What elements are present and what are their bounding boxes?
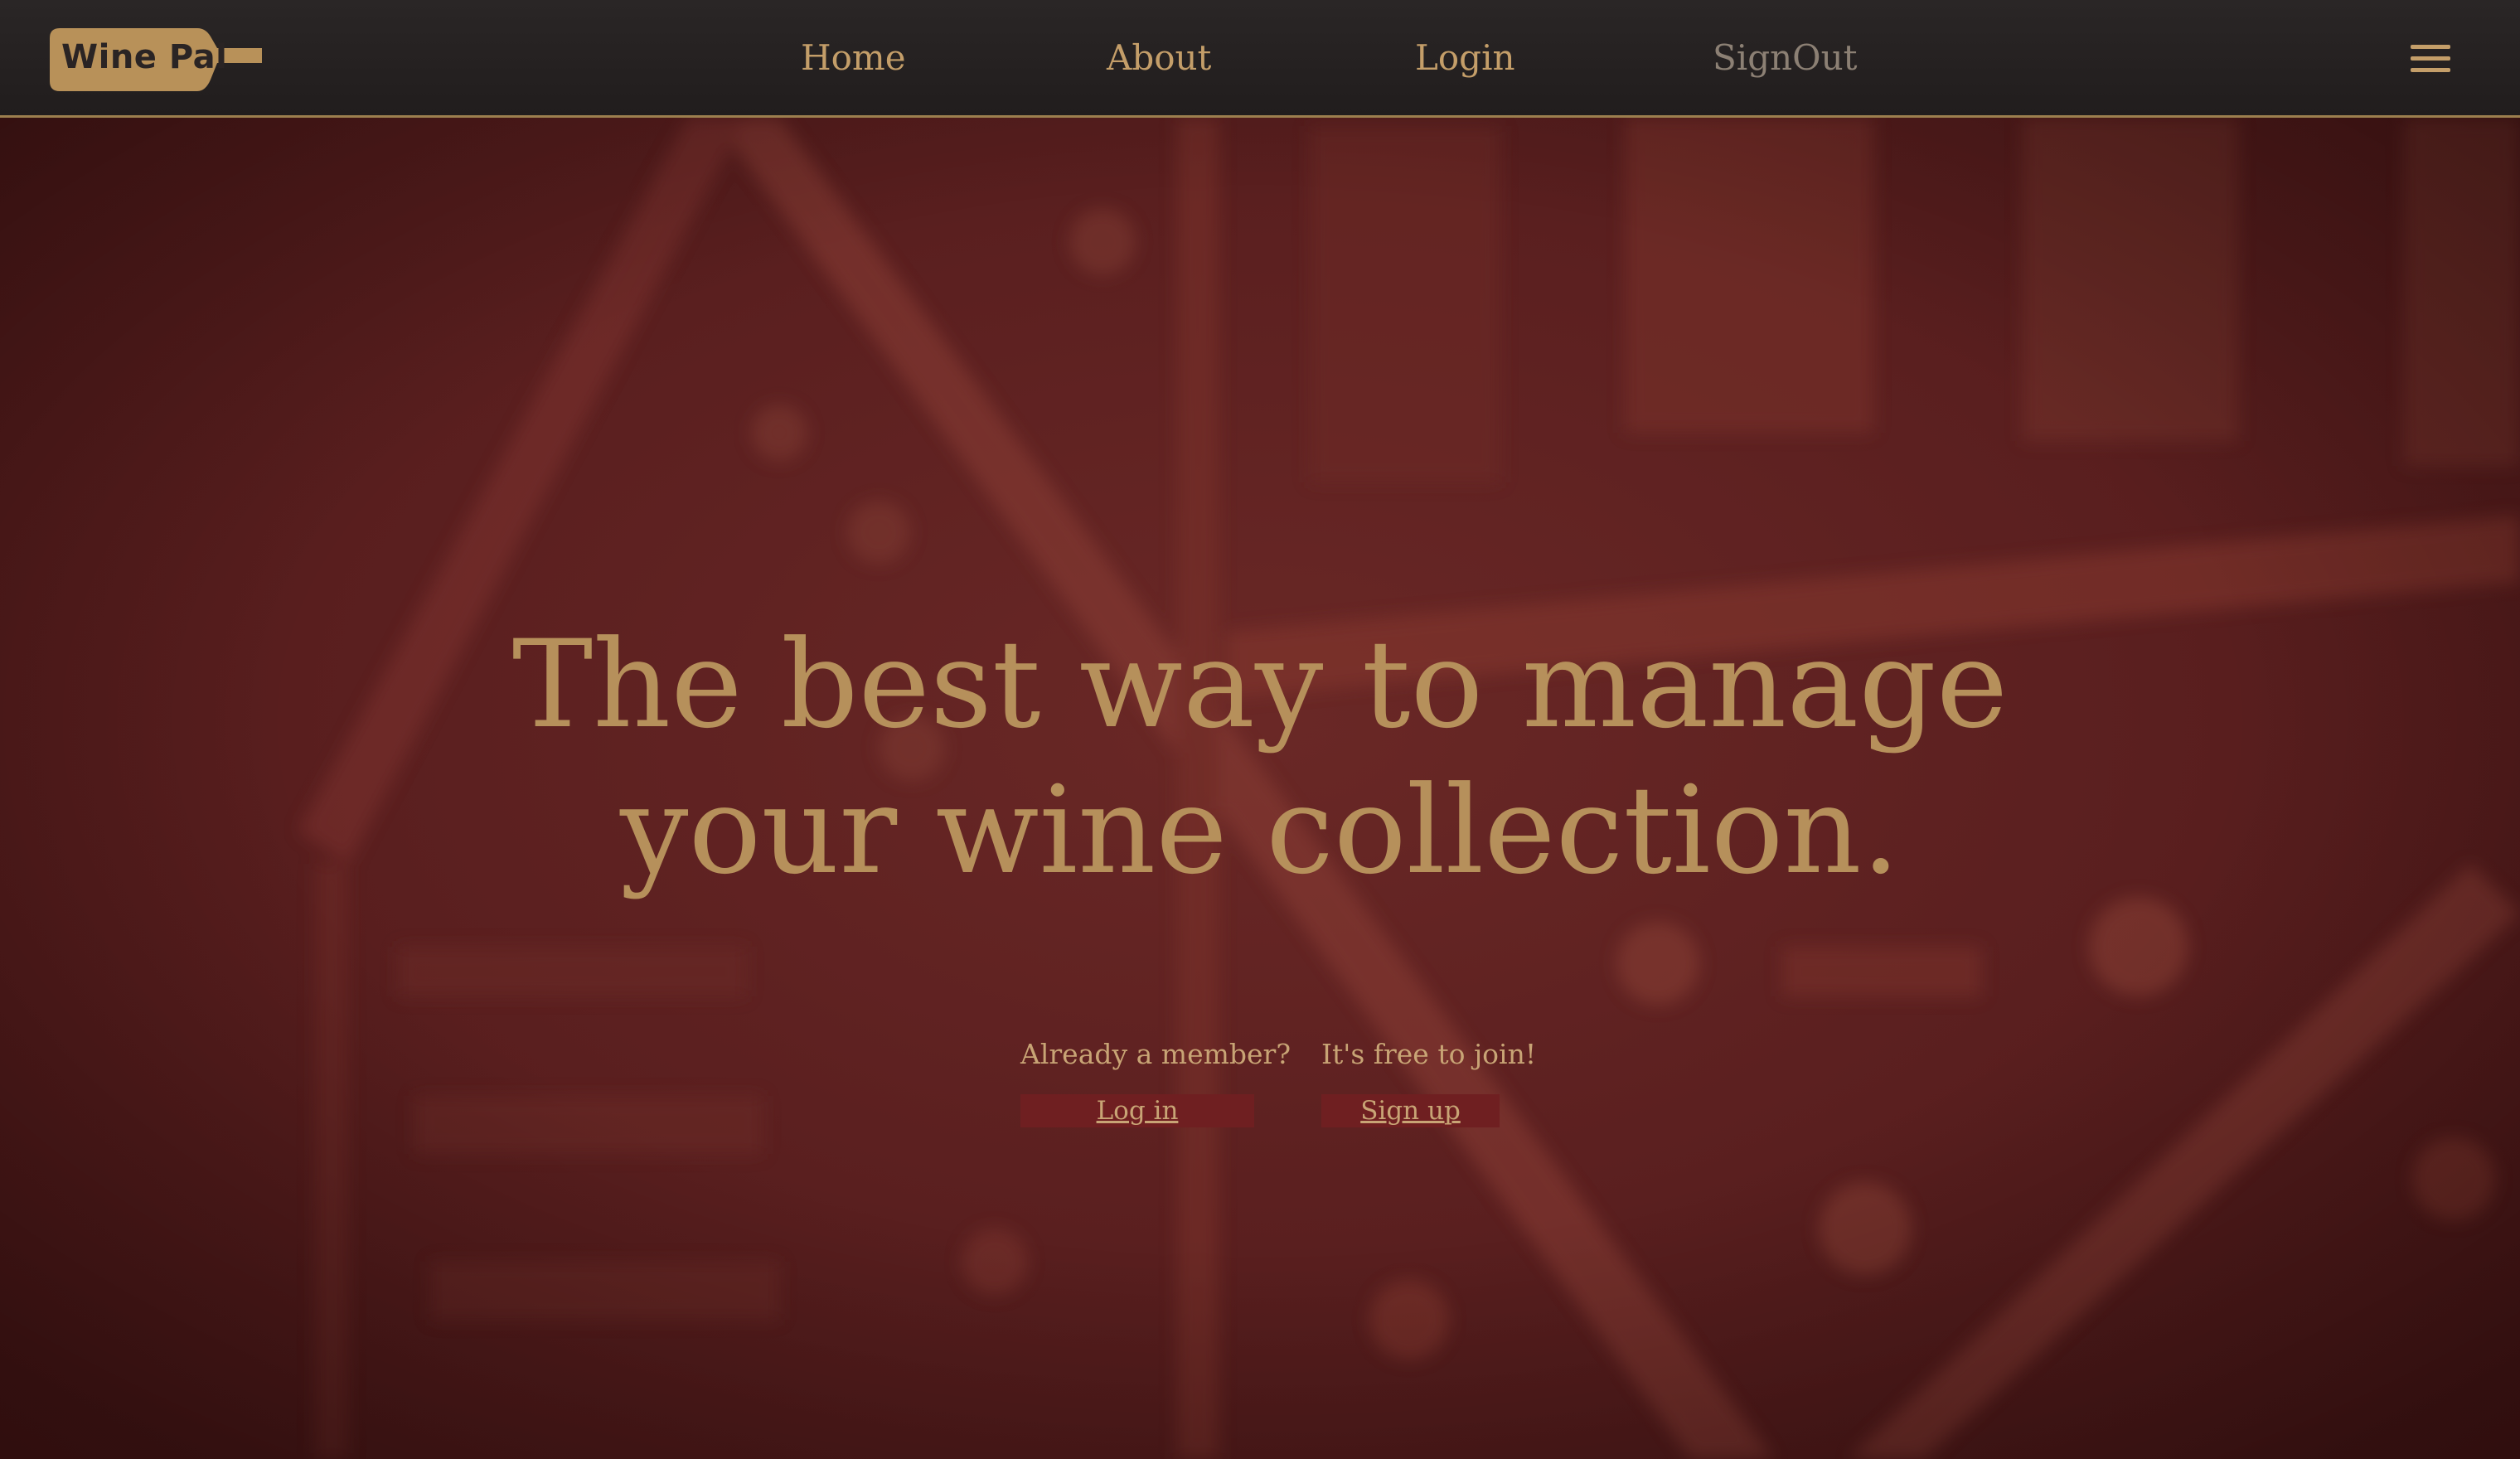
hamburger-menu-icon[interactable] [2411, 45, 2450, 73]
login-button[interactable]: Log in [1020, 1094, 1254, 1127]
signup-cta-group: It's free to join! Sign up [1321, 1036, 1537, 1127]
nav-signout-link[interactable]: SignOut [1713, 35, 1858, 81]
hero-headline-line-2: your wine collection. [619, 760, 1901, 901]
hero-headline-line-1: The best way to manage [511, 614, 2009, 755]
login-cta-group: Already a member? Log in [1020, 1036, 1292, 1127]
hero-headline: The best way to manage your wine collect… [0, 612, 2520, 904]
nav-about-link[interactable]: About [1107, 35, 1211, 81]
brand-name: Wine Pal [61, 38, 228, 76]
top-navbar: Wine Pal Home About Login SignOut [0, 0, 2520, 118]
signup-button[interactable]: Sign up [1321, 1094, 1500, 1127]
brand-logo[interactable]: Wine Pal [48, 25, 265, 95]
member-prompt-text: Already a member? [1020, 1038, 1292, 1070]
page: Wine Pal Home About Login SignOut The be… [0, 0, 2520, 1459]
join-prompt-text: It's free to join! [1321, 1038, 1537, 1070]
hero-section: The best way to manage your wine collect… [0, 118, 2520, 1459]
nav-login-link[interactable]: Login [1415, 35, 1515, 81]
nav-home-link[interactable]: Home [801, 35, 906, 81]
